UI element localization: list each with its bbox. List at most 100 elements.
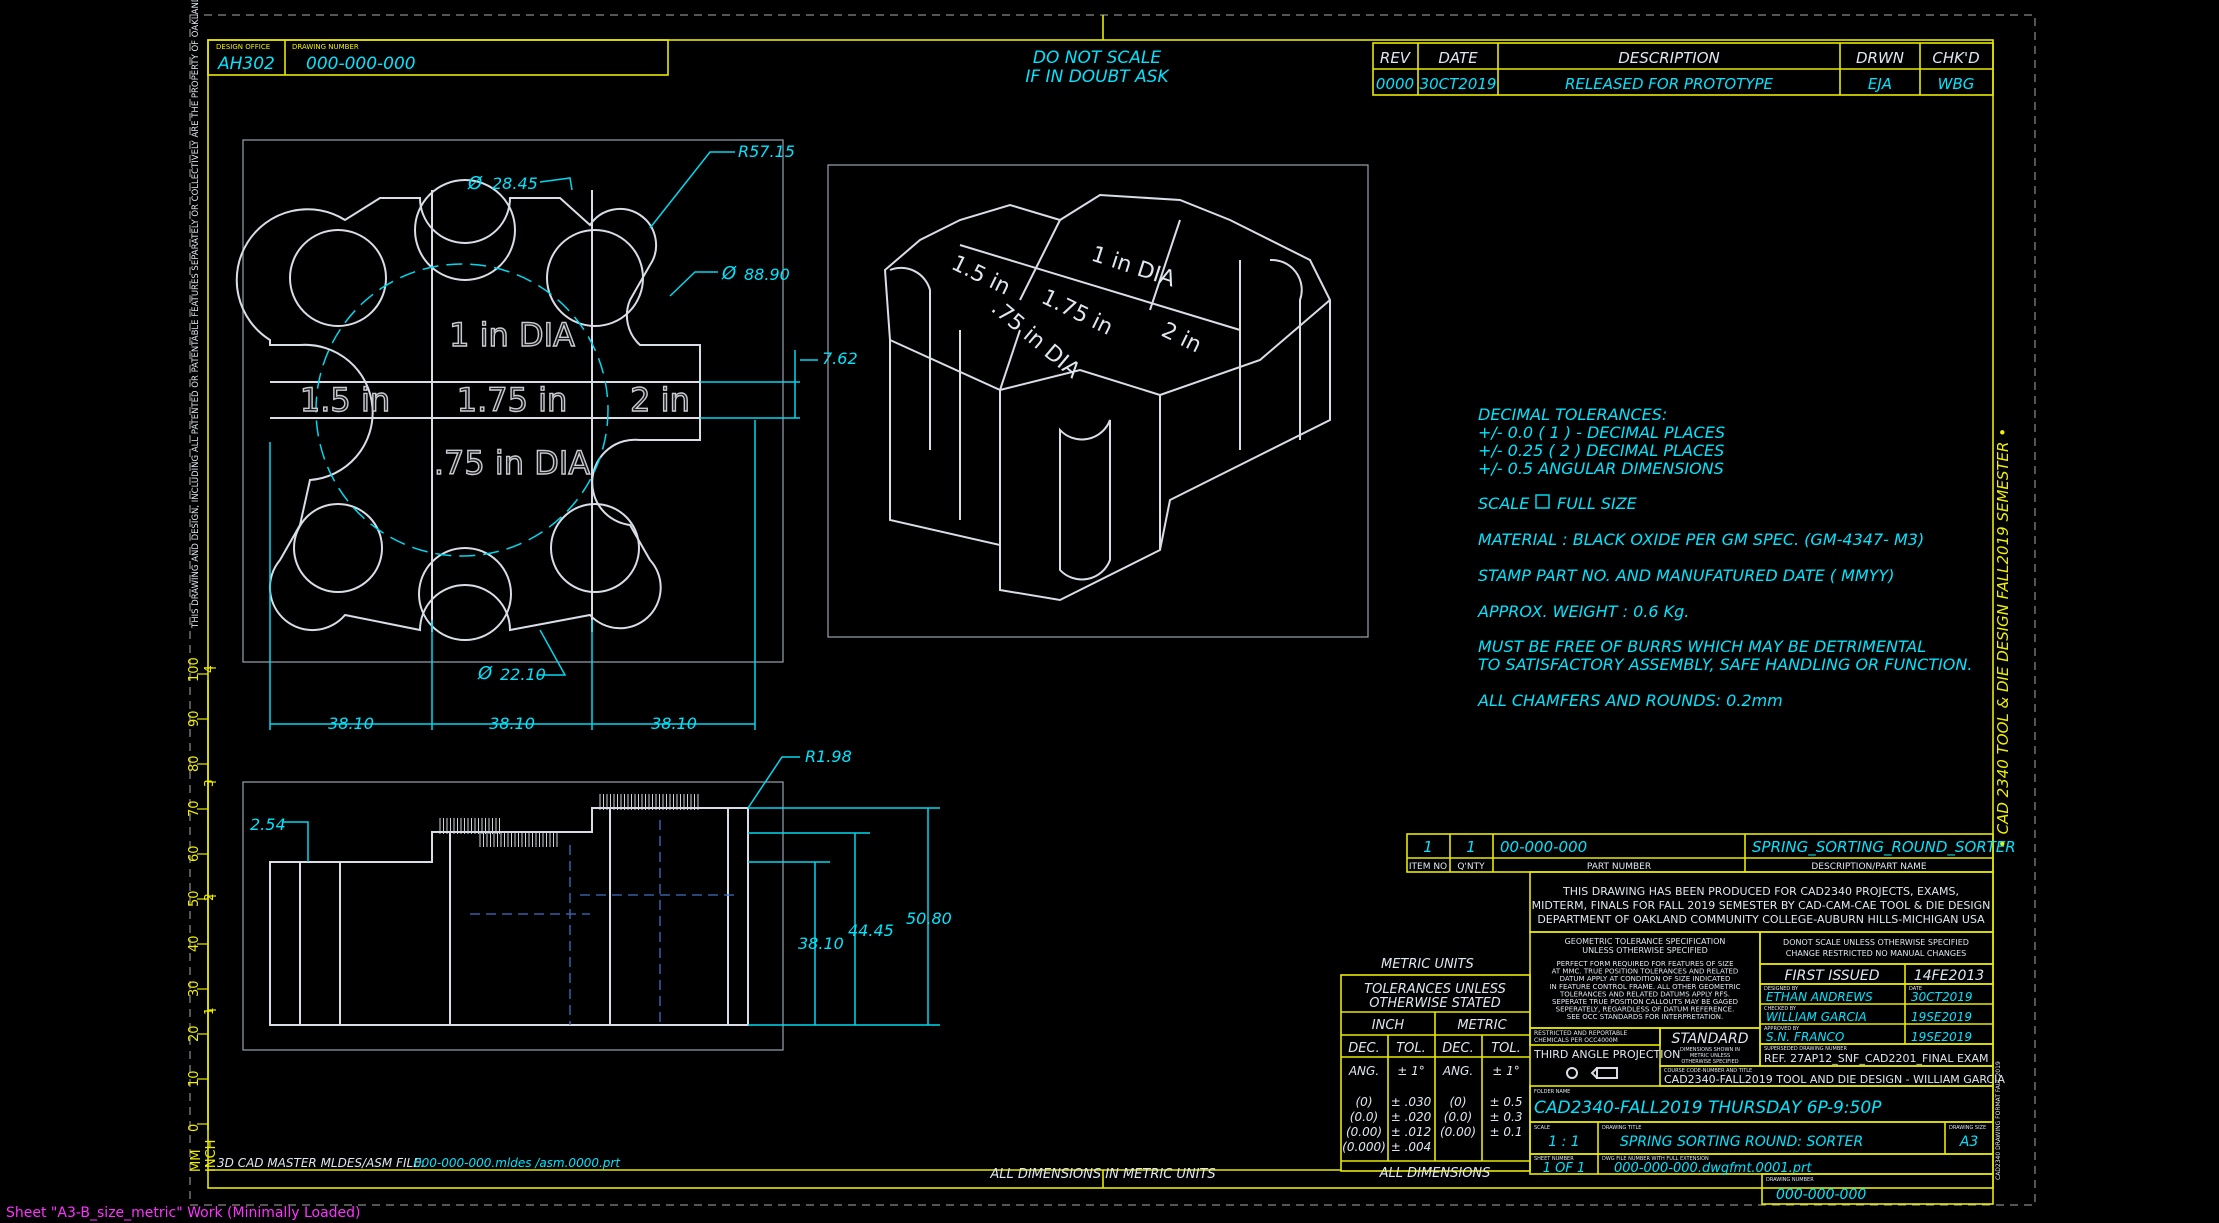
design-office-value: AH302 [217,54,275,74]
tol-inch-dec-value: (0.00) [1346,1125,1382,1139]
engraving-75in-dia: .75 in DIA [434,444,590,482]
ruler-mm-tick-label: 40 [187,935,202,952]
tol-inch-dec-value: (0.0) [1350,1110,1378,1124]
approved-date-value: 19SE2019 [1911,1030,1972,1044]
dim-dia-slot-symbol: Ø [467,173,483,194]
part-name-value: SPRING_SORTING_ROUND_SORTER [1752,838,2016,857]
side-banner: • CAD 2340 TOOL & DIE DESIGN FALL2019 SE… [1994,428,2012,848]
first-issued-value: 14FE2013 [1914,968,1984,984]
general-notes: DECIMAL TOLERANCES: +/- 0.0 ( 1 ) - DECI… [1477,405,1972,710]
revision-table: REV DATE DESCRIPTION DRWN CHK'D 0000 30C… [1372,42,1994,96]
engraving-2in: 2 in [630,381,690,419]
slot-lower-right [550,503,640,593]
drawing-size-label: DRAWING SIZE [1949,1125,1986,1131]
iso-view-frame [827,164,1369,638]
dim-h1: 38.10 [798,934,844,953]
dim-spacing-2: 38.10 [489,714,535,733]
note-chamfers: ALL CHAMFERS AND ROUNDS: 0.2mm [1477,691,1783,710]
parts-list: 1 1 00-000-000 SPRING_SORTING_ROUND_SORT… [1406,833,2016,873]
top-view[interactable]: 1 in DIA 1.5 in 1.75 in 2 in .75 in DIA … [235,139,858,733]
tol-inch-ang-tol: ± 1° [1397,1064,1425,1078]
tol-title-2: OTHERWISE STATED [1369,996,1501,1011]
iso-engraving-1in-dia: 1 in DIA [1088,242,1178,293]
slot-upper-left [289,229,387,327]
design-office-label: DESIGN OFFICE [216,43,270,51]
tol-inch-ang: ANG. [1348,1064,1379,1078]
no-scale-line2: CHANGE RESTRICTED NO MANUAL CHANGES [1786,949,1966,958]
standard-label: STANDARD [1671,1031,1748,1047]
description-value: RELEASED FOR PROTOTYPE [1565,75,1774,93]
date-value: 30CT2019 [1420,75,1497,93]
isometric-view[interactable]: 1.5 in 1.75 in 2 in 1 in DIA .75 in DIA [827,164,1369,638]
part-number-header: PART NUMBER [1587,862,1651,872]
dim-h3: 50.80 [906,909,952,928]
tol-inch-dec-value: (0) [1356,1095,1373,1109]
dim-spacing-3: 38.10 [651,714,697,733]
checked-date-value: 19SE2019 [1911,1010,1972,1024]
gtol-title-1: GEOMETRIC TOLERANCE SPECIFICATION [1565,937,1726,946]
dim-dia-circle: 88.90 [744,265,790,284]
produced-notice-3: DEPARTMENT OF OAKLAND COMMUNITY COLLEGE-… [1537,913,1985,926]
slot-lower-left [293,503,383,593]
chkd-header: CHK'D [1932,49,1979,67]
format-vertical-note: CAD2340 DRAWING FORMAT FALL 2019 [1995,1061,2002,1180]
note-material: MATERIAL : BLACK OXIDE PER GM SPEC. (GM-… [1478,530,1924,549]
sheet-trim-boundary [189,14,2036,1206]
do-not-scale-line2: IF IN DOUBT ASK [1025,67,1170,87]
do-not-scale-line1: DO NOT SCALE [1033,48,1162,68]
drawing-sheet[interactable]: DESIGN OFFICE DRAWING NUMBER AH302 000-0… [0,0,2219,1223]
drawing-title-label: DRAWING TITLE [1602,1125,1641,1131]
rev-header: REV [1380,49,1412,67]
drawing-number-value: 000-000-000 [306,54,416,74]
tol-inch-dec-value: (0.000) [1342,1140,1386,1154]
iso-engraving-2in: 2 in [1157,318,1205,358]
dim-center-band: 7.62 [822,349,858,368]
status-bar: Sheet "A3-B_size_metric" Work (Minimally… [6,1205,361,1221]
bottom-drawing-number-label: DRAWING NUMBER [1766,1177,1814,1183]
front-outline [269,807,749,1026]
item-no-header: ITEM NO [1409,862,1447,872]
scale-checkbox[interactable] [1535,494,1550,509]
restricted-line2: CHEMICALS PER OCC4000M [1534,1037,1618,1044]
ruler-mm-tick-label: 30 [187,980,202,997]
iso-engraving-1-75in: 1.75 in [1037,285,1116,341]
note-tol-3: +/- 0.5 ANGULAR DIMENSIONS [1478,459,1724,478]
engraving-1-75in: 1.75 in [457,381,568,419]
dim-radius: R57.15 [738,142,795,161]
ruler-mm-tick-label: 80 [187,755,202,772]
gtol-title-2: UNLESS OTHERWISE SPECIFIED [1582,946,1708,955]
ruler-inch-tick-label: 1 [202,1007,216,1015]
dim-r: R1.98 [805,747,852,766]
tol-inch-dec-header: DEC. [1348,1041,1379,1056]
ruler-mm-tick-label: 100 [187,657,202,682]
part-number-value: 00-000-000 [1500,838,1587,856]
tol-inch-tol-value: ± .004 [1391,1140,1432,1154]
date-header: DATE [1438,49,1478,67]
third-angle-label: THIRD ANGLE PROJECTION [1533,1048,1680,1061]
ruler-mm-tick-label: 10 [187,1070,202,1087]
tol-metric-dec-value: (0.0) [1444,1110,1472,1124]
drwn-header: DRWN [1856,49,1904,67]
tolerances-box: TOLERANCES UNLESS OTHERWISE STATED INCH … [1340,974,1531,1181]
note-weight: APPROX. WEIGHT : 0.6 Kg. [1477,602,1689,621]
produced-notice-2: MIDTERM, FINALS FOR FALL 2019 SEMESTER B… [1532,899,1991,912]
metric-units-label: METRIC UNITS [1381,957,1474,972]
first-issued-label: FIRST ISSUED [1784,968,1879,984]
ruler-inch-tick-label: 3 [202,779,216,787]
dim-dia-small-symbol: Ø [477,663,493,684]
ruler-mm-label: MM [189,1150,204,1172]
tol-inch-tol-header: TOL. [1396,1041,1426,1056]
front-view[interactable]: R1.98 2.54 38.10 44.45 50.80 [242,747,952,1051]
tol-footer: ALL DIMENSIONS [1379,1166,1491,1181]
restricted-line1: RESTRICTED AND REPORTABLE [1534,1030,1627,1037]
tol-metric-tol-value: ± 0.5 [1490,1095,1523,1109]
dim-h2: 44.45 [848,921,894,940]
ruler: 01020304050607080901001234 MM INCH [187,657,219,1172]
drwn-value: EJA [1868,75,1892,93]
no-scale-line1: DONOT SCALE UNLESS OTHERWISE SPECIFIED [1783,938,1969,947]
cad-master-label: 3D CAD MASTER MLDES/ASM FILE: [217,1156,425,1170]
drawing-number-label: DRAWING NUMBER [292,43,359,51]
ruler-mm-tick-label: 0 [187,1124,202,1132]
gtol-body-line: SEE OCC STANDARDS FOR INTERPRETATION. [1567,1013,1724,1021]
superseded-value: REF. 27AP12_SNF_CAD2201_FINAL EXAM [1764,1052,1988,1065]
